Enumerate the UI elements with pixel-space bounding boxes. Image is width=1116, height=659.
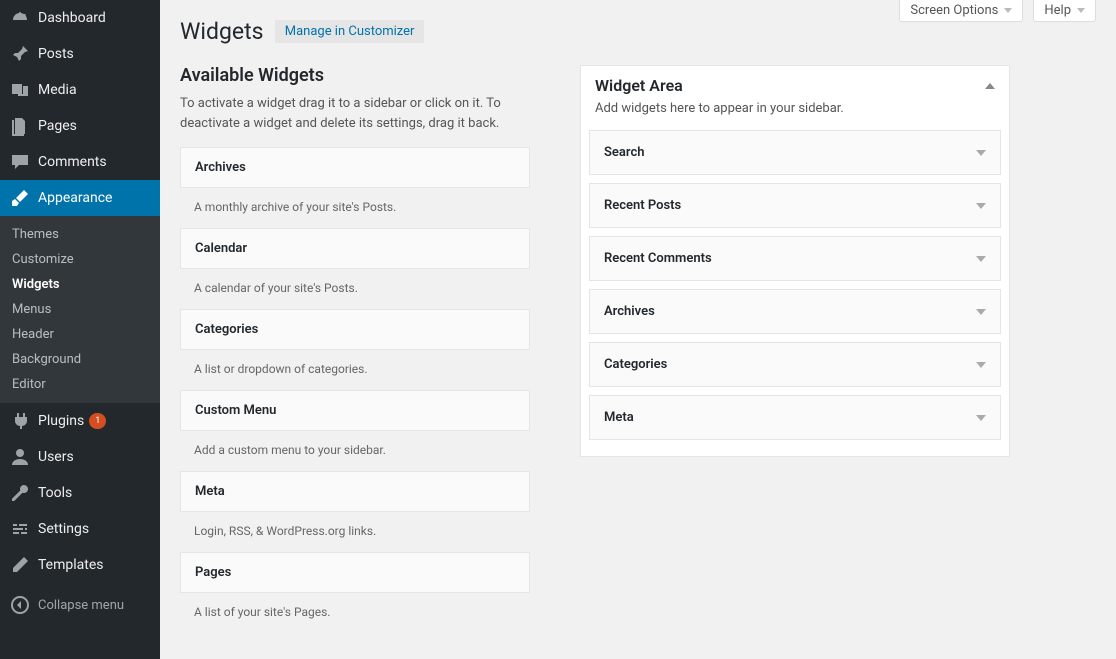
chevron-down-icon xyxy=(976,362,986,368)
sidebar-item-templates[interactable]: Templates xyxy=(0,547,160,583)
available-widget-desc: A calendar of your site's Posts. xyxy=(180,269,530,309)
comment-icon xyxy=(10,152,30,172)
sidebar-item-comments[interactable]: Comments xyxy=(0,144,160,180)
placed-widget-title: Meta xyxy=(604,410,634,425)
sidebar-item-posts[interactable]: Posts xyxy=(0,36,160,72)
available-widget-calendar[interactable]: Calendar xyxy=(180,228,530,269)
sidebar-item-dashboard[interactable]: Dashboard xyxy=(0,0,160,36)
manage-in-customizer-link[interactable]: Manage in Customizer xyxy=(275,20,425,43)
placed-widget-recent-comments[interactable]: Recent Comments xyxy=(589,236,1001,281)
placed-widget-categories[interactable]: Categories xyxy=(589,342,1001,387)
available-widgets-column: Available Widgets To activate a widget d… xyxy=(180,65,530,633)
sidebar-item-label: Templates xyxy=(38,557,104,573)
placed-widget-archives[interactable]: Archives xyxy=(589,289,1001,334)
chevron-down-icon xyxy=(976,150,986,156)
submenu-item-background[interactable]: Background xyxy=(0,347,160,372)
user-icon xyxy=(10,447,30,467)
brush-icon xyxy=(10,188,30,208)
sidebar-item-label: Plugins xyxy=(38,413,84,429)
placed-widget-search[interactable]: Search xyxy=(589,130,1001,175)
sidebar-item-label: Tools xyxy=(38,485,72,501)
available-widget-desc: A list or dropdown of categories. xyxy=(180,350,530,390)
sidebar-item-label: Settings xyxy=(38,521,89,537)
screen-options-button[interactable]: Screen Options xyxy=(899,0,1023,22)
collapse-label: Collapse menu xyxy=(38,598,124,613)
placed-widget-title: Search xyxy=(604,145,645,160)
screen-options-label: Screen Options xyxy=(910,3,998,18)
available-widget-archives[interactable]: Archives xyxy=(180,147,530,188)
admin-sidebar: Dashboard Posts Media Pages Comments App… xyxy=(0,0,160,659)
dashboard-icon xyxy=(10,8,30,28)
chevron-down-icon xyxy=(976,256,986,262)
placed-widget-title: Recent Posts xyxy=(604,198,681,213)
placed-widget-title: Archives xyxy=(604,304,655,319)
widget-area-description: Add widgets here to appear in your sideb… xyxy=(581,99,1009,130)
available-widget-desc: Add a custom menu to your sidebar. xyxy=(180,431,530,471)
placed-widget-meta[interactable]: Meta xyxy=(589,395,1001,440)
placed-widget-title: Recent Comments xyxy=(604,251,712,266)
chevron-down-icon xyxy=(1077,8,1085,13)
sliders-icon xyxy=(10,519,30,539)
page-title: Widgets xyxy=(180,0,263,45)
chevron-down-icon xyxy=(976,415,986,421)
sidebar-item-media[interactable]: Media xyxy=(0,72,160,108)
sidebar-item-tools[interactable]: Tools xyxy=(0,475,160,511)
sidebar-item-label: Appearance xyxy=(38,190,112,206)
plugins-update-badge: 1 xyxy=(89,413,106,429)
sidebar-item-settings[interactable]: Settings xyxy=(0,511,160,547)
available-widget-custom-menu[interactable]: Custom Menu xyxy=(180,390,530,431)
widget-area-title: Widget Area xyxy=(595,76,683,95)
submenu-item-widgets[interactable]: Widgets xyxy=(0,272,160,297)
help-label: Help xyxy=(1044,3,1071,18)
sidebar-item-label: Dashboard xyxy=(38,10,106,26)
main-content: Screen Options Help Widgets Manage in Cu… xyxy=(160,0,1116,659)
widget-area-toggle[interactable]: Widget Area xyxy=(581,66,1009,99)
available-widget-desc: Login, RSS, & WordPress.org links. xyxy=(180,512,530,552)
available-widget-categories[interactable]: Categories xyxy=(180,309,530,350)
widget-areas-column: Widget Area Add widgets here to appear i… xyxy=(580,65,1010,633)
chevron-down-icon xyxy=(1004,8,1012,13)
chevron-up-icon xyxy=(985,83,995,89)
help-button[interactable]: Help xyxy=(1033,0,1096,22)
widget-area-body: Search Recent Posts Recent Comments Arch… xyxy=(581,130,1009,456)
sidebar-item-label: Pages xyxy=(38,118,77,134)
sidebar-item-pages[interactable]: Pages xyxy=(0,108,160,144)
submenu-item-themes[interactable]: Themes xyxy=(0,222,160,247)
placed-widget-title: Categories xyxy=(604,357,667,372)
sidebar-item-users[interactable]: Users xyxy=(0,439,160,475)
widget-area-panel: Widget Area Add widgets here to appear i… xyxy=(580,65,1010,457)
sidebar-item-label: Users xyxy=(38,449,74,465)
available-widgets-description: To activate a widget drag it to a sideba… xyxy=(180,94,530,133)
available-widget-desc: A monthly archive of your site's Posts. xyxy=(180,188,530,228)
available-widget-meta[interactable]: Meta xyxy=(180,471,530,512)
plug-icon xyxy=(10,411,30,431)
pages-icon xyxy=(10,116,30,136)
sidebar-item-label: Posts xyxy=(38,46,74,62)
pin-icon xyxy=(10,44,30,64)
available-widget-pages[interactable]: Pages xyxy=(180,552,530,593)
sidebar-item-label: Comments xyxy=(38,154,107,170)
chevron-down-icon xyxy=(976,309,986,315)
sidebar-item-label: Media xyxy=(38,82,77,98)
screen-meta-links: Screen Options Help xyxy=(899,0,1096,22)
media-icon xyxy=(10,80,30,100)
available-widgets-title: Available Widgets xyxy=(180,65,530,86)
sidebar-item-plugins[interactable]: Plugins 1 xyxy=(0,403,160,439)
chevron-down-icon xyxy=(976,203,986,209)
sidebar-item-appearance[interactable]: Appearance xyxy=(0,180,160,216)
submenu-item-customize[interactable]: Customize xyxy=(0,247,160,272)
submenu-item-header[interactable]: Header xyxy=(0,322,160,347)
wrench-icon xyxy=(10,483,30,503)
submenu-item-menus[interactable]: Menus xyxy=(0,297,160,322)
collapse-icon xyxy=(10,595,30,615)
appearance-submenu: Themes Customize Widgets Menus Header Ba… xyxy=(0,216,160,403)
available-widget-desc: A list of your site's Pages. xyxy=(180,593,530,633)
pencil-icon xyxy=(10,555,30,575)
submenu-item-editor[interactable]: Editor xyxy=(0,372,160,397)
collapse-menu-button[interactable]: Collapse menu xyxy=(0,587,160,623)
placed-widget-recent-posts[interactable]: Recent Posts xyxy=(589,183,1001,228)
